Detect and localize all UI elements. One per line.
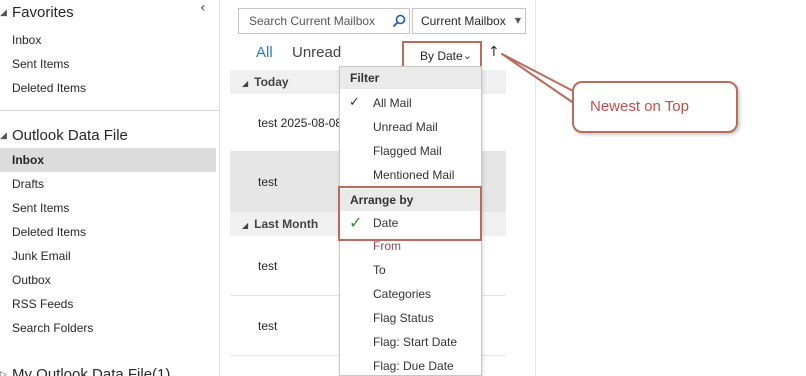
callout-newest-on-top: Newest on Top (572, 81, 738, 133)
callout-text: Newest on Top (590, 98, 689, 115)
callout-arrow (501, 53, 576, 105)
